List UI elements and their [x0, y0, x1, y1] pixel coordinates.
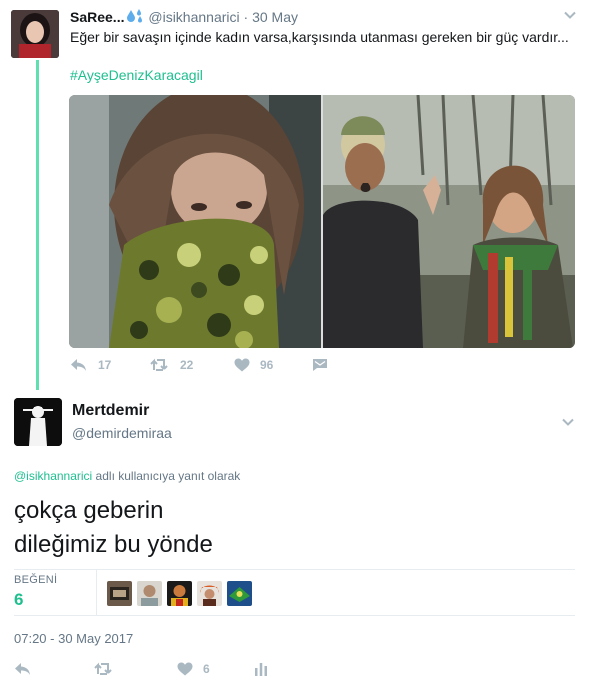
direct-message-action[interactable]: [312, 358, 328, 372]
parent-author-name[interactable]: SaRee...: [70, 9, 124, 25]
retweet-count: 22: [180, 358, 194, 372]
parent-tweet[interactable]: SaRee... @isikhannarici · 30 May Eğer bi…: [0, 0, 601, 390]
liker-avatar[interactable]: [167, 581, 192, 606]
liker-avatar[interactable]: [137, 581, 162, 606]
droplet-emoji-icon: [126, 8, 144, 27]
parent-author-handle[interactable]: @isikhannarici: [148, 9, 239, 25]
tweet-media[interactable]: [69, 95, 575, 348]
like-action[interactable]: 6: [177, 662, 210, 676]
analytics-icon: [255, 663, 267, 676]
chevron-down-icon[interactable]: [561, 415, 575, 429]
retweet-icon: [150, 358, 168, 371]
media-photo-2[interactable]: [323, 95, 575, 348]
like-action[interactable]: 96: [234, 358, 273, 372]
parent-tweet-date[interactable]: 30 May: [252, 9, 298, 25]
retweet-action[interactable]: [94, 662, 114, 676]
tweet-text-line-1: çokça geberin: [14, 497, 164, 524]
hashtag-link[interactable]: #AyşeDenizKaracagil: [70, 67, 203, 83]
liker-avatars: [107, 581, 252, 606]
analytics-action[interactable]: [254, 662, 268, 676]
reply-icon: [71, 359, 86, 371]
chevron-down-icon[interactable]: [563, 8, 577, 22]
author-name[interactable]: Mertdemir: [72, 402, 149, 420]
tweet-text: çokça geberin dileğimiz bu yönde: [14, 494, 574, 562]
parent-tweet-header: SaRee... @isikhannarici · 30 May: [70, 8, 298, 27]
header-separator: ·: [243, 9, 249, 25]
reply-count: 17: [98, 358, 112, 372]
heart-icon: [177, 662, 193, 676]
replying-to-suffix: adlı kullanıcıya yanıt olarak: [92, 469, 241, 483]
parent-author-avatar[interactable]: [11, 10, 59, 58]
reply-action[interactable]: 17: [70, 358, 111, 372]
liker-avatar[interactable]: [197, 581, 222, 606]
liker-avatar[interactable]: [227, 581, 252, 606]
author-avatar[interactable]: [14, 398, 62, 446]
likes-label[interactable]: BEĞENİ: [14, 574, 57, 586]
parent-tweet-text: Eğer bir savaşın içinde kadın varsa,karş…: [70, 29, 569, 45]
stats-divider: [96, 570, 97, 615]
heart-icon: [234, 358, 250, 372]
replying-to-context: @isikhannarici adlı kullanıcıya yanıt ol…: [14, 469, 240, 483]
direct-message-icon: [313, 359, 327, 371]
like-count: 96: [260, 358, 274, 372]
tweet-timestamp[interactable]: 07:20 - 30 May 2017: [14, 631, 133, 646]
reply-icon: [15, 663, 30, 675]
replying-to-mention[interactable]: @isikhannarici: [14, 469, 92, 483]
like-count: 6: [203, 662, 210, 676]
retweet-action[interactable]: 22: [150, 358, 193, 372]
retweet-icon: [94, 662, 112, 675]
liker-avatar[interactable]: [107, 581, 132, 606]
likes-count[interactable]: 6: [14, 590, 23, 610]
author-handle[interactable]: @demirdemiraa: [72, 425, 172, 441]
tweet-text-line-2: dileğimiz bu yönde: [14, 531, 213, 558]
media-photo-1[interactable]: [69, 95, 321, 348]
tweet-stats: BEĞENİ 6: [14, 569, 575, 616]
conversation-thread-line: [36, 60, 39, 390]
reply-action[interactable]: [14, 662, 32, 676]
